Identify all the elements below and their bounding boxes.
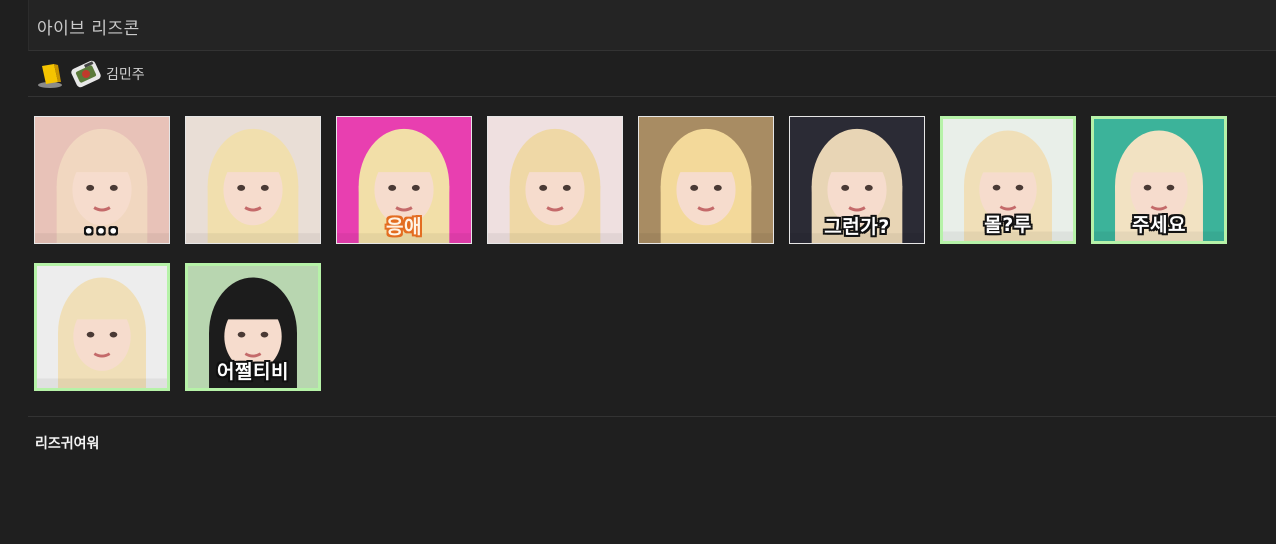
- emoticon-tile[interactable]: 응애: [336, 116, 472, 244]
- emoticon-image: [488, 117, 622, 243]
- emoticon-caption: •••: [83, 222, 121, 241]
- emoticon-caption: 어쩔티비: [217, 361, 289, 383]
- emoticon-tile[interactable]: 몰?루: [940, 116, 1076, 244]
- title-bar: 아이브 리즈콘: [28, 0, 1276, 51]
- emoticon-tile[interactable]: •••: [34, 116, 170, 244]
- emoticon-image: [186, 117, 320, 243]
- emoticon-image: [37, 266, 167, 388]
- emoticon-image: [639, 117, 773, 243]
- divider: [28, 416, 1276, 417]
- tank-avatar-icon[interactable]: [70, 58, 102, 90]
- emoticon-tile[interactable]: [487, 116, 623, 244]
- emoticon-panel: 아이브 리즈콘 김민주 ••• 응애 그런가? 몰?루 주세요어쩔티비 리즈귀여워: [28, 0, 1276, 544]
- author-name[interactable]: 김민주: [106, 64, 145, 84]
- pack-description: 리즈귀여워: [35, 436, 100, 452]
- emoticon-pack-title: 아이브 리즈콘: [37, 19, 140, 39]
- emoticon-tile[interactable]: 주세요: [1091, 116, 1227, 244]
- emoticon-caption: 주세요: [1132, 214, 1186, 236]
- emoticon-caption: 그런가?: [824, 216, 890, 238]
- emoticon-tile[interactable]: [34, 263, 170, 391]
- emoticon-tile[interactable]: [185, 116, 321, 244]
- emoticon-tile[interactable]: 그런가?: [789, 116, 925, 244]
- emoticon-caption: 몰?루: [984, 214, 1032, 236]
- emoticon-caption: 응애: [386, 216, 422, 238]
- yellow-trophy-icon: [36, 61, 64, 89]
- emoticon-tile[interactable]: 어쩔티비: [185, 263, 321, 391]
- author-bar: 김민주: [28, 51, 1276, 97]
- emoticon-tile[interactable]: [638, 116, 774, 244]
